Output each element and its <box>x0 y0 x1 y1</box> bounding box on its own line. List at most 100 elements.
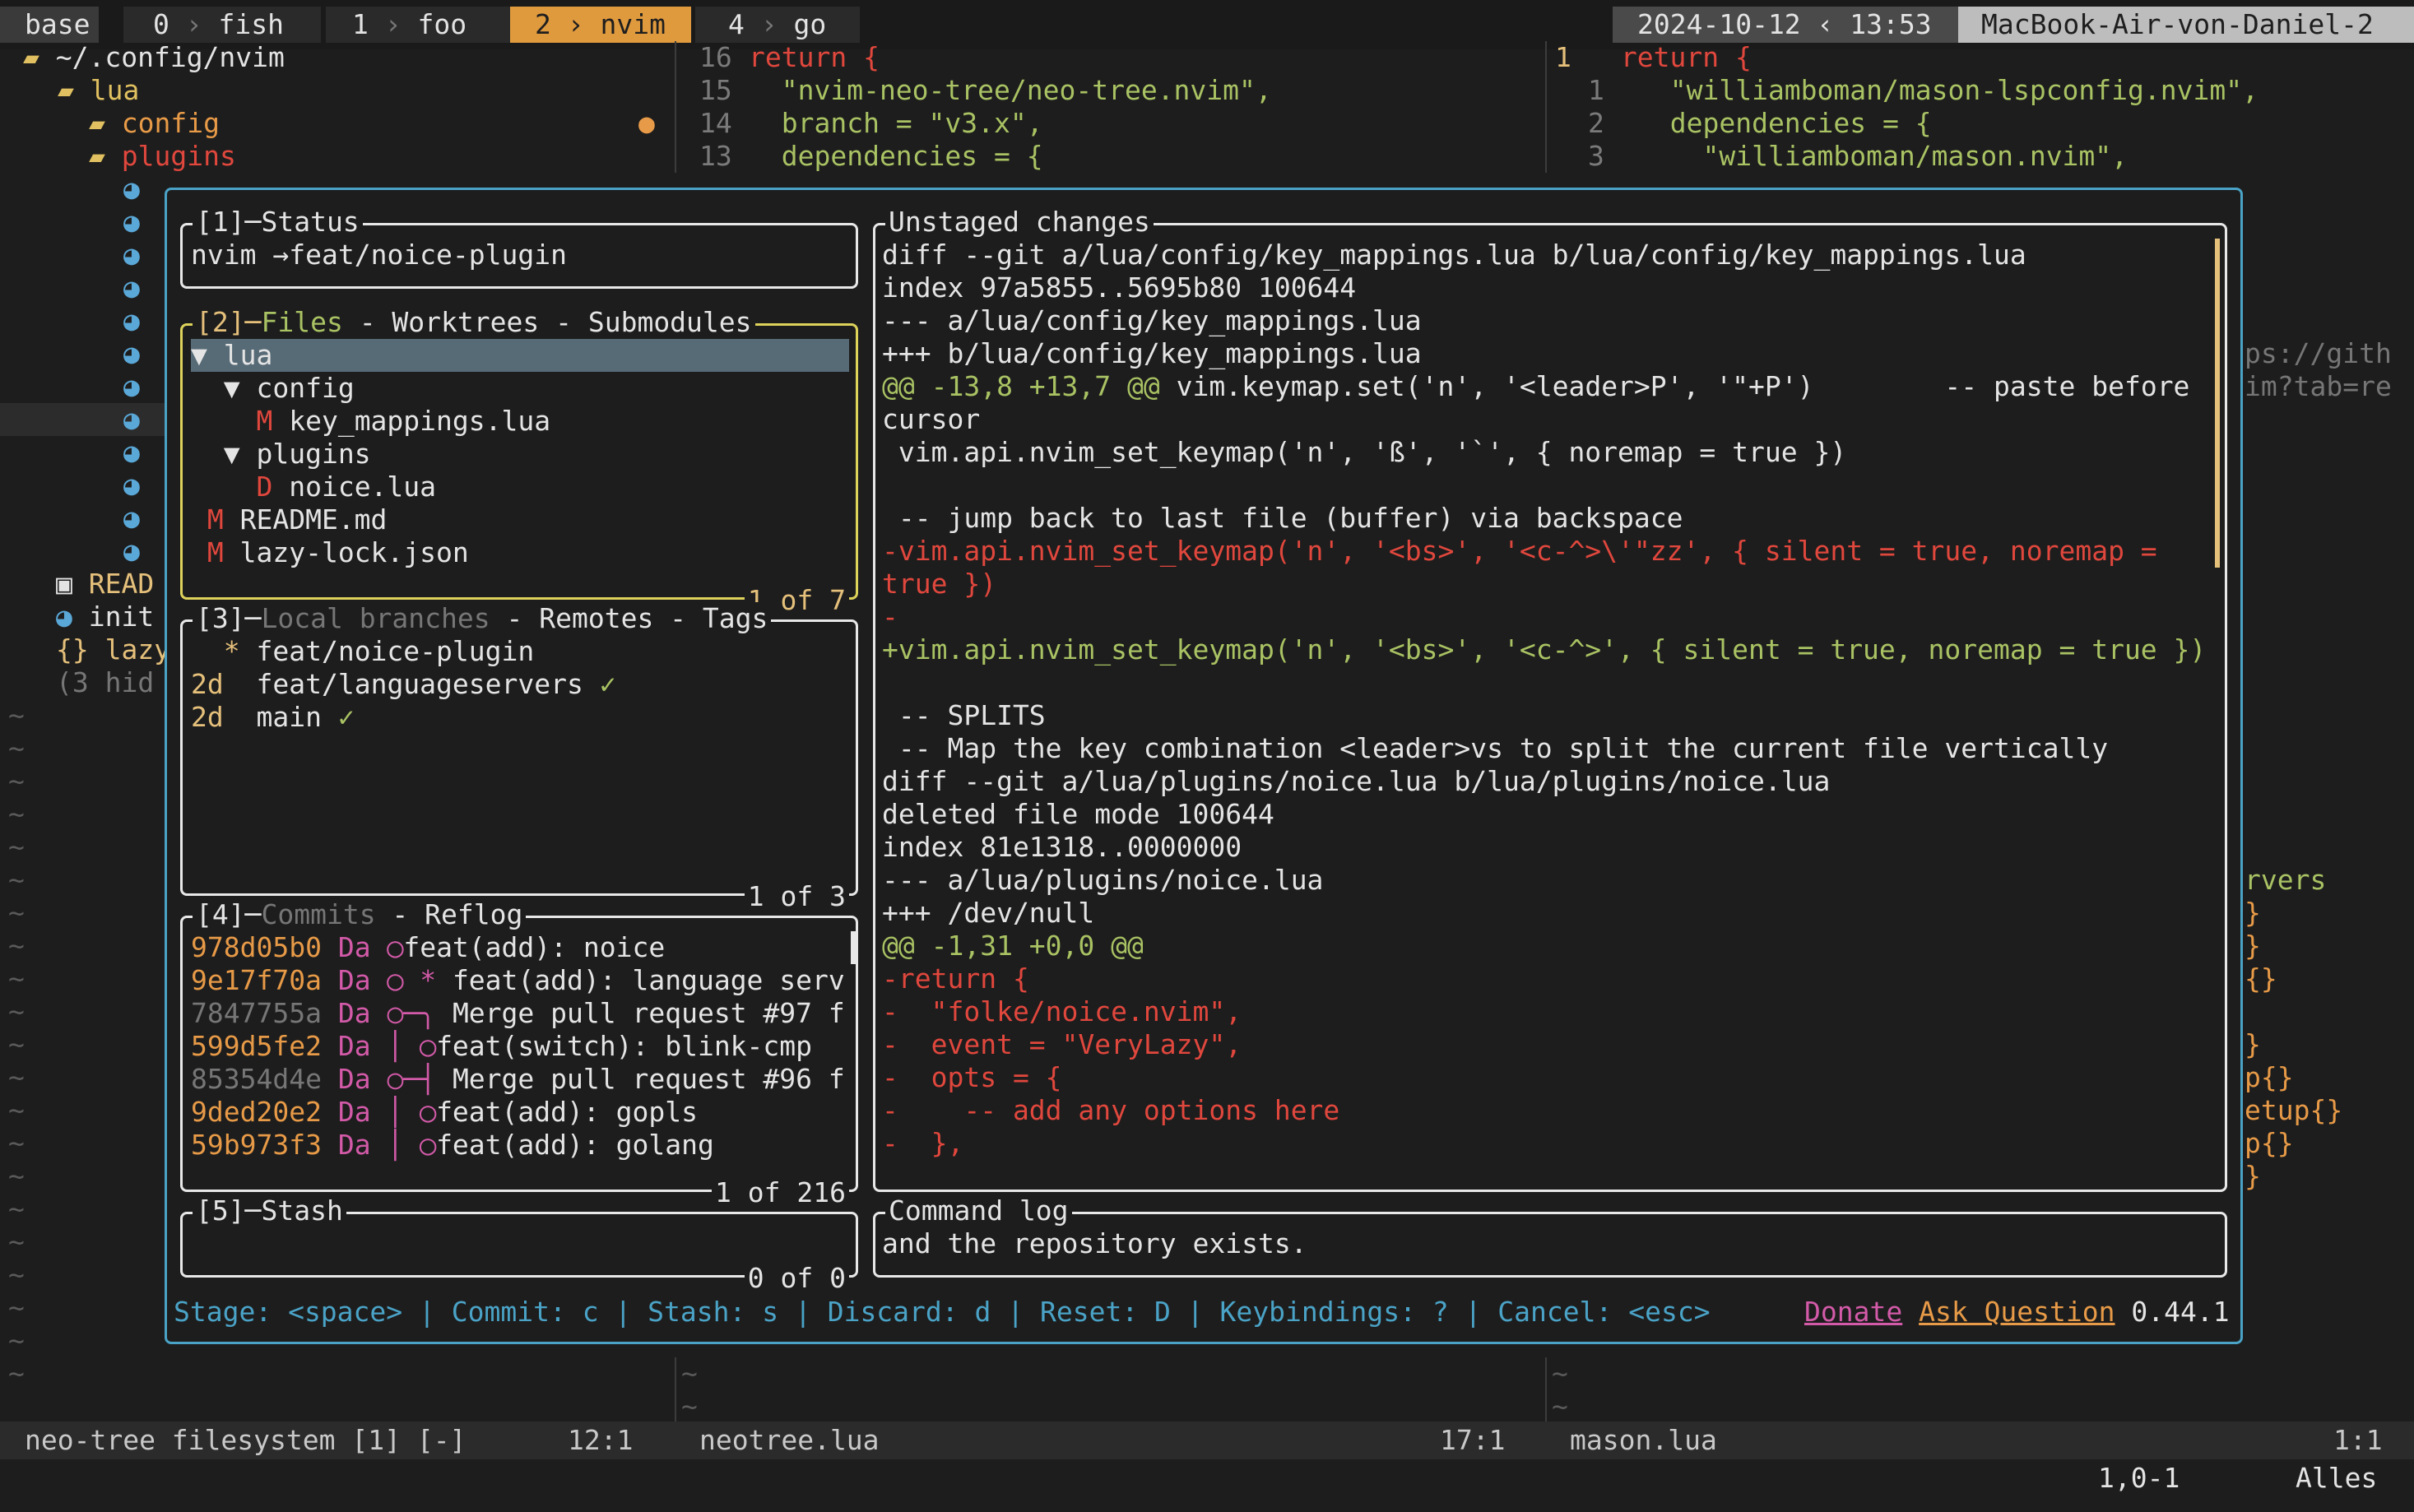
code-line: dependencies = { <box>1637 107 1932 139</box>
tmux-window-4[interactable]: 4 › go <box>695 7 860 43</box>
diff-scrollbar[interactable] <box>2215 239 2220 568</box>
file-tree-item-lazy-lock[interactable]: M lazy-lock.json <box>191 536 469 569</box>
lua-file-icon: ◕ <box>123 337 140 369</box>
peek-text: p{} <box>2245 1061 2294 1093</box>
nvim-statusline: neo-tree filesystem [1] [-] 12:1 neotree… <box>0 1422 2414 1459</box>
lua-file-icon: ◕ <box>123 370 140 402</box>
peek-text: etup{} <box>2245 1094 2343 1126</box>
folder-icon: ▰ <box>89 107 105 139</box>
file-tree-item-config[interactable]: ▼ config <box>191 372 355 405</box>
branch-item[interactable]: 2d main ✓ <box>191 701 355 734</box>
keybindings-hint: Stage: <space> | Commit: c | Stash: s | … <box>174 1296 1711 1328</box>
code-line: branch = "v3.x", <box>749 107 1043 139</box>
lua-file-icon: ◕ <box>56 601 72 633</box>
neotree-file-readme[interactable]: ▣ READ <box>56 568 154 601</box>
lua-file-icon: ◕ <box>123 304 140 336</box>
diff-line-plain: --- a/lua/plugins/noice.lua <box>882 864 1324 896</box>
ask-question-link[interactable]: Ask Question <box>1919 1296 2115 1328</box>
neotree-empty-lines: ~ ~ ~ ~ ~ ~ ~ ~ ~ ~ ~ ~ ~ ~ ~ ~ ~ ~ ~ ~ … <box>8 699 25 1389</box>
diff-line-del: -vim.api.nvim_set_keymap('n', '<bs>', '<… <box>882 535 2157 567</box>
peek-text: rvers <box>2245 864 2327 896</box>
diff-line-plain: +++ /dev/null <box>882 897 1095 929</box>
lua-file-icon: ◕ <box>123 206 140 238</box>
peek-text: im?tab=re <box>2245 370 2392 402</box>
window-divider <box>1545 1357 1547 1423</box>
files-panel[interactable]: [2]─Files - Worktrees - Submodules ▼ lua… <box>180 306 858 617</box>
tmux-datetime: 2024-10-12 ‹ 13:53 <box>1613 7 1975 43</box>
diff-line-del: - <box>882 601 898 633</box>
empty-line-marker: ~ ~ <box>681 1357 698 1422</box>
branches-panel-counter: 1 of 3 <box>744 880 849 913</box>
commits-panel[interactable]: [4]─Commits - Reflog 978d05b0 Da ◯feat(a… <box>180 898 858 1209</box>
diff-line-plain: deleted file mode 100644 <box>882 798 1274 830</box>
lua-file-icon: ◕ <box>123 239 140 271</box>
command-log-panel: Command log and the repository exists. <box>873 1194 2227 1278</box>
commit-row[interactable]: 7847755a Da ○─╮ Merge pull request #97 f <box>191 997 845 1030</box>
footer-links: Donate Ask Question 0.44.1 <box>1804 1296 2230 1329</box>
commit-row[interactable]: 59b973f3 Da │ ◯feat(add): golang <box>191 1129 714 1162</box>
file-tree-item-noice[interactable]: D noice.lua <box>191 471 436 503</box>
statusline-mid: neotree.lua <box>699 1424 880 1456</box>
terminal-window: base 0 › fish 1 › foo 2 › nvim 4 › go 20… <box>0 0 2414 1512</box>
peek-text: ps://gith <box>2245 337 2392 369</box>
commits-scrollbar[interactable] <box>851 931 856 964</box>
diff-panel[interactable]: Unstaged changes diff --git a/lua/config… <box>873 206 2227 1192</box>
file-tree-item-readme[interactable]: M README.md <box>191 503 388 536</box>
check-icon: ✓ <box>337 701 355 733</box>
line-number: 16 <box>699 41 732 73</box>
empty-line-marker: ~ ~ <box>1552 1357 1568 1422</box>
commit-row[interactable]: 9e17f70a Da ◯ * feat(add): language serv <box>191 964 845 997</box>
neotree-dir-config[interactable]: ▰ config <box>89 107 220 140</box>
code-line: "williamboman/mason-lspconfig.nvim", <box>1637 74 2258 106</box>
window-divider <box>1545 41 1547 173</box>
neotree-root[interactable]: ▰ ~/.config/nvim <box>23 41 285 74</box>
statusline-left-pos: 12:1 <box>568 1424 634 1456</box>
donate-link[interactable]: Donate <box>1804 1296 1902 1328</box>
neotree-file-lazy[interactable]: {} lazy <box>56 633 170 666</box>
file-tree-item-key-mappings[interactable]: M key_mappings.lua <box>191 405 550 438</box>
commit-row[interactable]: 599d5fe2 Da │ ◯feat(switch): blink-cmp <box>191 1030 812 1063</box>
peek-text: p{} <box>2245 1127 2294 1159</box>
diff-line-hunk: @@ -1,31 +0,0 @@ <box>882 930 1144 962</box>
tmux-hostname: MacBook-Air-von-Daniel-2 <box>1958 7 2414 43</box>
diff-line-del: true }) <box>882 568 997 600</box>
neotree-file-init[interactable]: ◕ init <box>56 601 154 633</box>
check-icon: ✓ <box>599 668 616 700</box>
neotree-dir-lua[interactable]: ▰ lua <box>58 74 139 107</box>
ruler-scroll: Alles <box>2296 1462 2378 1494</box>
diff-line-plain: vim.api.nvim_set_keymap('n', 'ß', '`', {… <box>882 436 1847 468</box>
markdown-icon: ▣ <box>56 568 72 600</box>
tmux-window-2-active[interactable]: 2 › nvim <box>510 7 691 43</box>
peek-text: } <box>2245 897 2261 929</box>
branch-item[interactable]: * feat/noice-plugin <box>191 635 535 668</box>
window-divider <box>675 41 676 173</box>
branch-item[interactable]: 2d feat/languageservers ✓ <box>191 668 616 701</box>
diff-line-plain: diff --git a/lua/config/key_mappings.lua… <box>882 239 2026 271</box>
lazygit-popup[interactable]: [1]─Status nvim →feat/noice-plugin [2]─F… <box>165 188 2243 1344</box>
diff-line-plain: diff --git a/lua/plugins/noice.lua b/lua… <box>882 765 1831 797</box>
commit-row[interactable]: 85354d4e Da ○─┤ Merge pull request #96 f <box>191 1063 845 1096</box>
status-panel-title: [1]─Status <box>193 206 363 239</box>
branches-panel[interactable]: [3]─Local branches - Remotes - Tags * fe… <box>180 602 858 913</box>
tmux-window-0[interactable]: 0 › fish <box>123 7 321 43</box>
diff-line-plain: cursor <box>882 403 981 435</box>
file-tree-item-lua[interactable]: ▼ lua <box>191 339 849 372</box>
diff-line-plain: -- jump back to last file (buffer) via b… <box>882 502 1683 534</box>
line-number: 14 <box>699 107 732 139</box>
diff-line-del: - event = "VeryLazy", <box>882 1028 1242 1060</box>
lua-file-icon: ◕ <box>123 436 140 468</box>
status-panel[interactable]: [1]─Status nvim →feat/noice-plugin <box>180 206 858 289</box>
diff-line-del: - opts = { <box>882 1061 1062 1093</box>
commit-row[interactable]: 9ded20e2 Da │ ◯feat(add): gopls <box>191 1096 698 1129</box>
stash-panel[interactable]: [5]─Stash 0 of 0 <box>180 1194 858 1295</box>
nvim-cmdline[interactable]: 1,0-1 Alles <box>0 1459 2414 1497</box>
line-number: 15 <box>699 74 732 106</box>
statusline-mid-pos: 17:1 <box>1440 1424 1506 1456</box>
neotree-dir-plugins[interactable]: ▰ plugins <box>89 140 236 173</box>
file-tree-item-plugins[interactable]: ▼ plugins <box>191 438 371 471</box>
code-line: "williamboman/mason.nvim", <box>1637 140 2128 172</box>
line-number: 1 <box>1555 41 1571 73</box>
commit-row[interactable]: 978d05b0 Da ◯feat(add): noice <box>191 931 665 964</box>
tmux-window-1[interactable]: 1 › foo <box>326 7 523 43</box>
stash-panel-title: [5]─Stash <box>193 1194 346 1227</box>
